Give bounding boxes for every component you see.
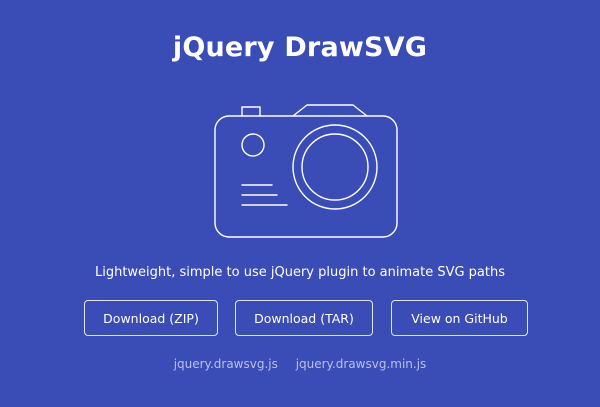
camera-icon: [213, 99, 399, 239]
view-on-github-button[interactable]: View on GitHub: [391, 300, 528, 336]
tagline: Lightweight, simple to use jQuery plugin…: [94, 265, 506, 280]
page-title: jQuery DrawSVG: [172, 32, 428, 63]
drawsvg-js-link[interactable]: jquery.drawsvg.js: [174, 357, 278, 371]
drawsvg-min-js-link[interactable]: jquery.drawsvg.min.js: [296, 357, 427, 371]
download-tar-button[interactable]: Download (TAR): [235, 300, 373, 336]
page-background: jQuery DrawSVG Lightweight, simple to us…: [0, 0, 600, 407]
action-buttons: Download (ZIP) Download (TAR) View on Gi…: [0, 300, 600, 338]
file-links: jquery.drawsvg.js jquery.drawsvg.min.js: [0, 357, 600, 371]
download-zip-button[interactable]: Download (ZIP): [84, 300, 218, 336]
